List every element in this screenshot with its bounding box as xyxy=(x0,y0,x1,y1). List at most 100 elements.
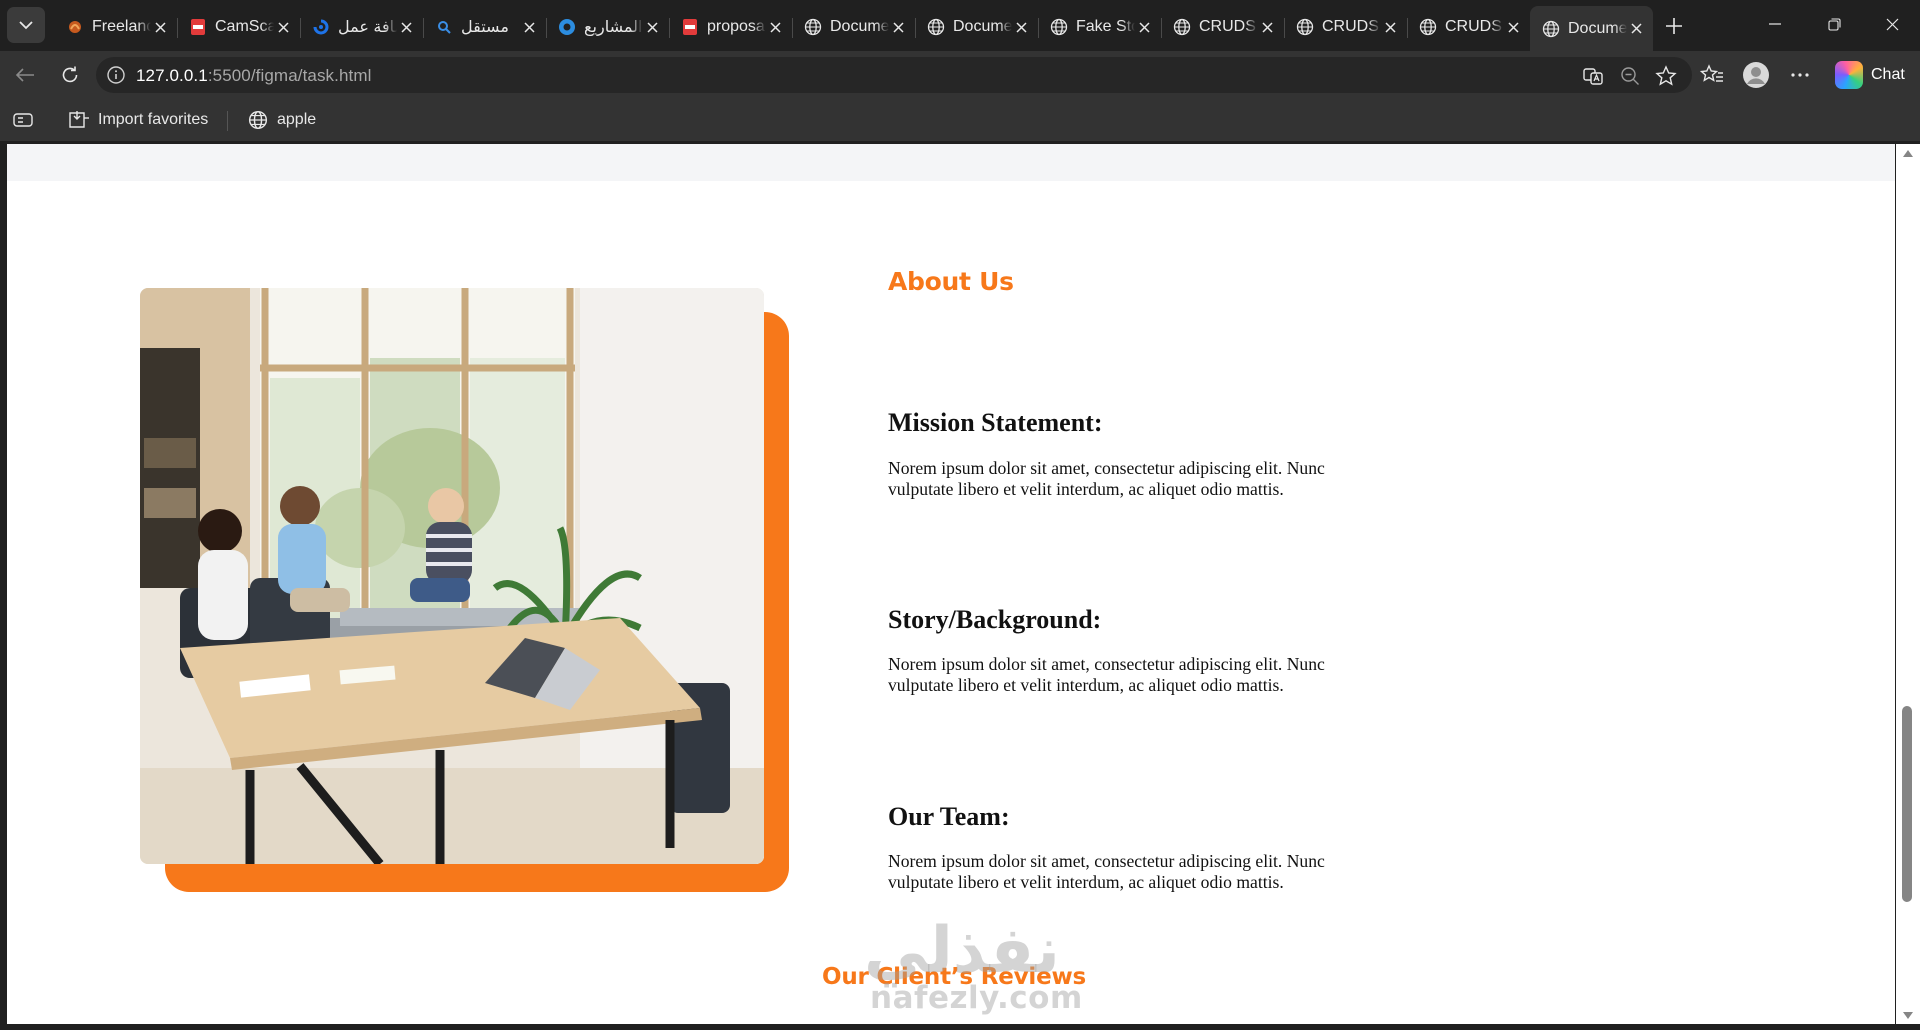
copilot-label: Chat xyxy=(1871,66,1905,83)
watermark-latin: nafezly.com xyxy=(870,980,1083,1016)
mission-heading: Mission Statement: xyxy=(888,408,1103,437)
globe-icon xyxy=(247,109,269,131)
avatar xyxy=(1743,62,1769,88)
team-heading: Our Team: xyxy=(888,802,1010,831)
mission-text: Norem ipsum dolor sit amet, consectetur … xyxy=(888,458,1325,499)
info-icon[interactable] xyxy=(106,65,126,85)
restore-button[interactable] xyxy=(1811,6,1857,42)
close-icon[interactable] xyxy=(520,18,538,36)
url-text[interactable]: 127.0.0.1:5500/figma/task.html xyxy=(136,66,372,86)
tab-sidebar-toggle[interactable] xyxy=(12,107,42,133)
page-scrollbar[interactable] xyxy=(1896,144,1920,1024)
back-button[interactable] xyxy=(8,58,42,92)
minimize-button[interactable] xyxy=(1752,6,1798,42)
minimize-icon xyxy=(1769,23,1781,25)
more-horizontal-icon xyxy=(1791,73,1809,77)
close-icon[interactable] xyxy=(1627,20,1645,38)
favorite-label: apple xyxy=(277,111,317,128)
profile-button[interactable] xyxy=(1739,58,1773,92)
close-icon[interactable] xyxy=(274,18,292,36)
favorites-bar: Import favorites apple xyxy=(0,99,1920,141)
favorites-button[interactable] xyxy=(1695,58,1729,92)
tab-mostaql[interactable]: مستقل xyxy=(423,6,546,48)
refresh-icon xyxy=(62,66,78,83)
tab-title: proposal xyxy=(707,18,766,35)
globe-icon xyxy=(1173,18,1191,36)
ring-favicon xyxy=(558,18,576,36)
tab-document-active[interactable]: Document xyxy=(1530,6,1653,51)
tab-cruds-3[interactable]: CRUDS xyxy=(1407,6,1530,48)
star-icon[interactable] xyxy=(1655,65,1677,87)
tab-cruds-1[interactable]: CRUDS xyxy=(1161,6,1284,48)
copilot-chat-button[interactable]: Chat xyxy=(1830,57,1914,93)
close-icon[interactable] xyxy=(151,18,169,36)
close-icon[interactable] xyxy=(1012,18,1030,36)
favorite-import[interactable]: Import favorites xyxy=(68,107,208,133)
pdf-favicon xyxy=(189,18,207,36)
tab-proposal[interactable]: proposal xyxy=(669,6,792,48)
scroll-down-arrow[interactable] xyxy=(1903,1010,1913,1020)
copilot-icon xyxy=(1835,61,1863,89)
tab-title: Document xyxy=(1568,19,1627,37)
close-icon[interactable] xyxy=(643,18,661,36)
tab-document-1[interactable]: Document xyxy=(792,6,915,48)
plus-icon xyxy=(1666,18,1682,34)
favorite-apple[interactable]: apple xyxy=(247,107,316,133)
search-favicon xyxy=(435,18,453,36)
refresh-button[interactable] xyxy=(53,58,87,92)
address-bar[interactable]: 127.0.0.1:5500/figma/task.html xyxy=(96,57,1692,93)
translate-icon[interactable] xyxy=(1582,65,1604,87)
about-us-title: About Us xyxy=(888,267,1014,296)
close-icon[interactable] xyxy=(397,18,415,36)
blue-swirl-favicon xyxy=(312,18,330,36)
zoom-out-icon[interactable] xyxy=(1619,65,1641,87)
tab-title: مستقل xyxy=(461,19,509,36)
tab-title: Document xyxy=(830,18,889,35)
close-window-button[interactable] xyxy=(1869,6,1915,42)
tab-title: CamScanner xyxy=(215,18,274,35)
tab-title: Fake Store xyxy=(1076,18,1135,35)
import-favorites-icon xyxy=(68,109,90,131)
tab-list: Freelancer CamScanner إضافة عمل مستقل xyxy=(54,6,1653,51)
new-tab-button[interactable] xyxy=(1657,10,1691,42)
team-text: Norem ipsum dolor sit amet, consectetur … xyxy=(888,851,1325,892)
globe-icon xyxy=(804,18,822,36)
tab-freelancer[interactable]: Freelancer xyxy=(54,6,177,48)
tab-document-2[interactable]: Document xyxy=(915,6,1038,48)
chevron-down-icon xyxy=(19,20,33,29)
favorites-divider xyxy=(227,111,228,131)
nafezly-watermark: نفذلي nafezly.com xyxy=(850,914,1090,1024)
tab-camscanner[interactable]: CamScanner xyxy=(177,6,300,48)
scroll-up-arrow[interactable] xyxy=(1903,148,1913,158)
tab-title: Freelancer xyxy=(92,18,151,35)
settings-more-button[interactable] xyxy=(1783,58,1817,92)
close-icon[interactable] xyxy=(766,18,784,36)
browser-toolbar: 127.0.0.1:5500/figma/task.html Chat xyxy=(0,51,1920,99)
tab-strip: Freelancer CamScanner إضافة عمل مستقل xyxy=(0,0,1920,51)
tab-title: CRUDS xyxy=(1322,18,1379,35)
favorites-list-icon xyxy=(1700,64,1723,82)
globe-icon xyxy=(1542,20,1560,38)
tab-fake-store[interactable]: Fake Store xyxy=(1038,6,1161,48)
triangle-up-icon xyxy=(1903,149,1913,157)
sidebar-icon xyxy=(12,109,34,131)
pdf-favicon xyxy=(681,18,699,36)
close-icon[interactable] xyxy=(1135,18,1153,36)
story-text: Norem ipsum dolor sit amet, consectetur … xyxy=(888,654,1325,695)
close-icon[interactable] xyxy=(1258,18,1276,36)
tab-add-work[interactable]: إضافة عمل xyxy=(300,6,423,48)
about-us-image xyxy=(140,288,764,864)
favorite-label: Import favorites xyxy=(98,111,209,128)
tab-actions-menu-button[interactable] xyxy=(7,7,45,43)
close-icon[interactable] xyxy=(1381,18,1399,36)
scrollbar-thumb[interactable] xyxy=(1902,706,1912,902)
previous-section-band xyxy=(7,144,1895,181)
globe-icon xyxy=(1050,18,1068,36)
close-icon[interactable] xyxy=(1504,18,1522,36)
close-icon[interactable] xyxy=(889,18,907,36)
tab-projects[interactable]: المشاريع xyxy=(546,6,669,48)
globe-icon xyxy=(1296,18,1314,36)
triangle-down-icon xyxy=(1903,1011,1913,1019)
tab-cruds-2[interactable]: CRUDS xyxy=(1284,6,1407,48)
page-viewport: About Us Mission Statement: Norem ipsum … xyxy=(7,144,1895,1024)
